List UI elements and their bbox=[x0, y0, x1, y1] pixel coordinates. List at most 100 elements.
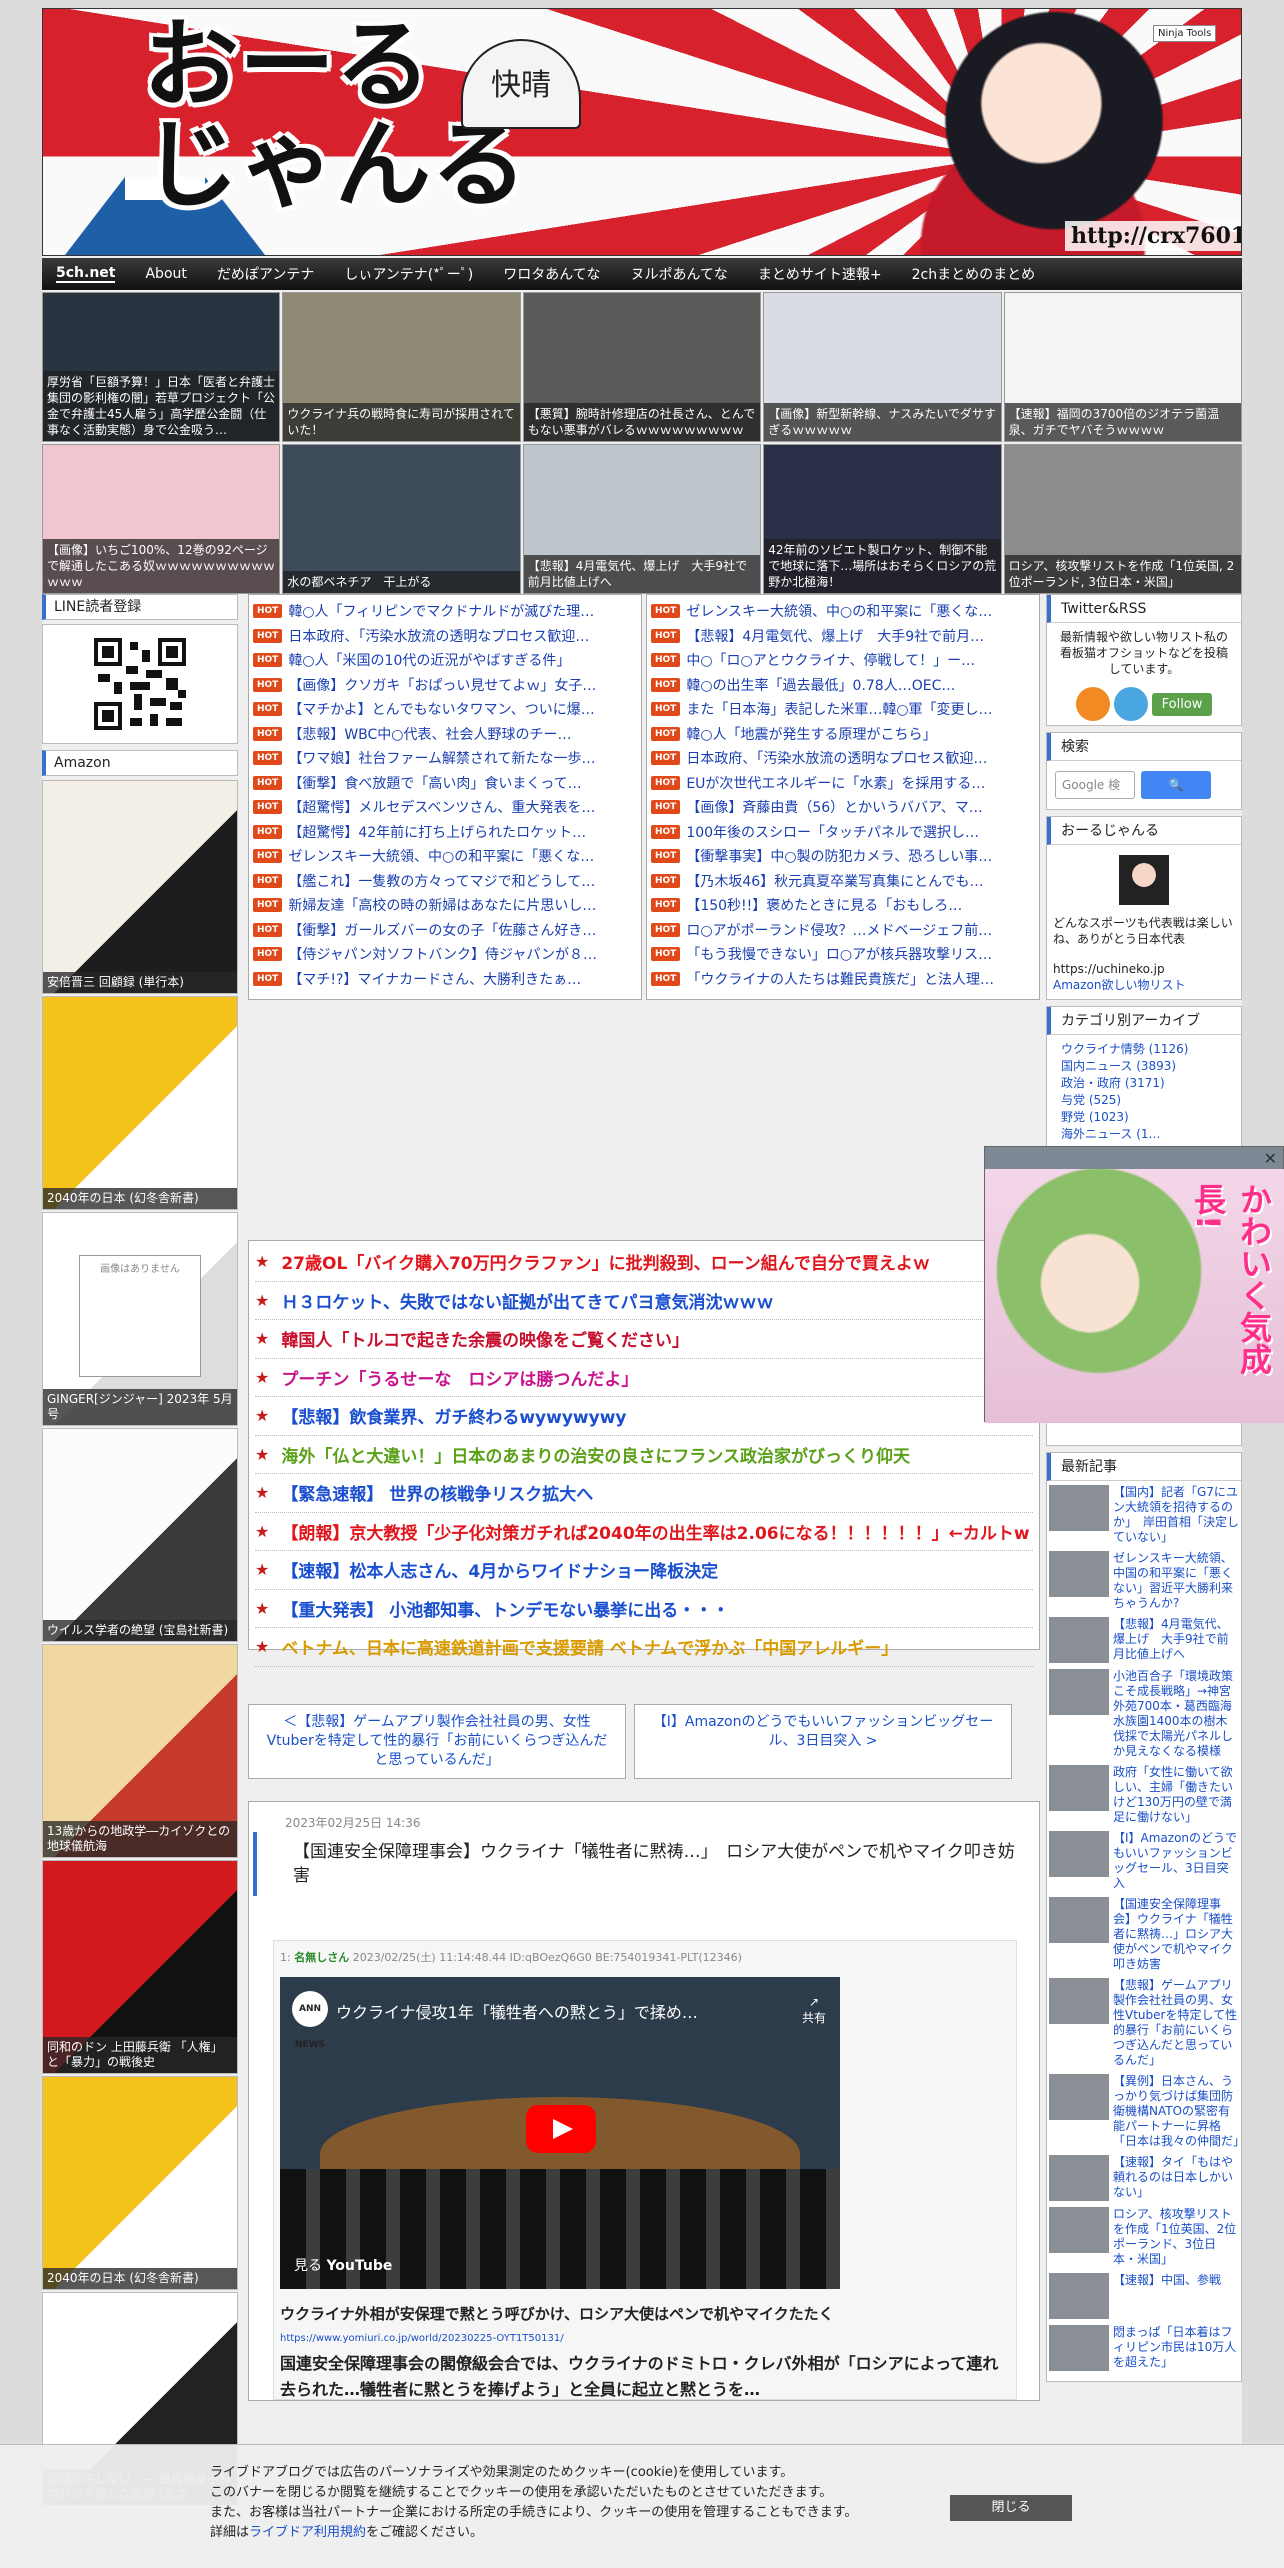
antenna-link[interactable]: HOT 中○「ロ○アとウクライナ、停戦して！」ー… bbox=[651, 648, 1035, 673]
thumbnail-card[interactable]: 厚労省「巨額予算！」日本「医者と弁護士集団の影利権の闇」若草プロジェクト「公金で… bbox=[42, 292, 281, 442]
antenna-link[interactable]: HOT 【超驚愕】メルセデスベンツさん、重大発表を… bbox=[253, 795, 637, 820]
close-icon[interactable]: ✕ bbox=[1264, 1149, 1277, 1168]
antenna-link[interactable]: HOT 【悲報】WBC中○代表、社会人野球のチー… bbox=[253, 722, 637, 747]
thumbnail-card[interactable]: 【速報】福岡の3700倍のジオテラ菌温泉、ガチでヤバそうｗｗｗｗ bbox=[1003, 292, 1242, 442]
amazon-book[interactable]: 2040年の日本 (幻冬舎新書) bbox=[42, 996, 238, 1210]
antenna-link[interactable]: HOT 【ワマ娘】社台ファーム解禁されて新たな一歩… bbox=[253, 746, 637, 771]
recent-article[interactable]: 【速報】中国、参戦 bbox=[1049, 2273, 1239, 2319]
antenna-link[interactable]: HOT 【悲報】4月電気代、爆上げ 大手9社で前月… bbox=[651, 624, 1035, 649]
recent-article[interactable]: 【速報】タイ「もはや頼れるのは日本しかいない」 bbox=[1049, 2155, 1239, 2201]
share-button[interactable]: ↗ 共有 bbox=[802, 1995, 826, 2026]
nav-damepo[interactable]: だめぽアンテナ bbox=[217, 264, 314, 284]
recent-article[interactable]: 【国内】記者「G7にユン大統領を招待するのか」 岸田首相「決定していない」 bbox=[1049, 1485, 1239, 1545]
recent-article[interactable]: 悶まっぱ「日本着はフィリピン市民は10万人を超えた」 bbox=[1049, 2325, 1239, 2371]
antenna-link[interactable]: HOT 「ウクライナの人たちは難民貴族だ」と法人理… bbox=[651, 967, 1035, 992]
recent-article[interactable]: ロシア、核攻撃リストを作成「1位英国、2位ポーランド、3位日本・米国」 bbox=[1049, 2207, 1239, 2267]
feedly-icon[interactable] bbox=[1113, 687, 1148, 721]
antenna-link[interactable]: HOT 【乃木坂46】秋元真夏卒業写真集にとんでも… bbox=[651, 869, 1035, 894]
ranking-link[interactable]: ★ Ｈ３ロケット、失敗ではない証拠が出てきてパヨ意気消沈ｗｗｗ bbox=[255, 1282, 1033, 1320]
antenna-link[interactable]: HOT 【衝撃】ガールズバーの女の子「佐藤さん好き… bbox=[253, 918, 637, 943]
next-article-link[interactable]: 【I】Amazonのどうでもいいファッションビッグセール、3日目突入 > bbox=[634, 1704, 1012, 1779]
source-link[interactable]: https://www.yomiuri.co.jp/world/20230225… bbox=[280, 2333, 564, 2344]
category-link[interactable]: 国内ニュース (3893) bbox=[1061, 1058, 1227, 1075]
recent-article[interactable]: 小池百合子「環境政策こそ成長戦略」→神宮外苑700本・葛西臨海水族園1400本の… bbox=[1049, 1669, 1239, 1759]
ranking-link[interactable]: ★ 【速報】松本人志さん、4月からワイドナショー降板決定 bbox=[255, 1551, 1033, 1590]
thumbnail-card[interactable]: 【悪質】腕時計修理店の社長さん、とんでもない悪事がバレるｗｗｗｗｗｗｗｗｗ bbox=[522, 292, 762, 442]
antenna-link[interactable]: HOT また「日本海」表記した米軍…韓○軍「変更し… bbox=[651, 697, 1035, 722]
ranking-link[interactable]: ★ 27歳OL「バイク購入70万円クラファン」に批判殺到、ローン組んで自分で買えよ… bbox=[255, 1243, 1033, 1282]
antenna-link[interactable]: HOT 100年後のスシロー「タッチパネルで選択し… bbox=[651, 820, 1035, 845]
antenna-link[interactable]: HOT 「もう我慢できない」ロ○アが核兵器攻撃リス… bbox=[651, 942, 1035, 967]
floating-ad[interactable]: ✕ かわいく気成長! bbox=[984, 1146, 1284, 1423]
recent-article[interactable]: 【異例】日本さん、うっかり気づけば集団防衛機構NATOの緊密有能パートナーに昇格… bbox=[1049, 2074, 1245, 2149]
thumbnail-card[interactable]: ウクライナ兵の戦時食に寿司が採用されていた！ bbox=[282, 292, 521, 442]
antenna-link[interactable]: HOT 【マチかよ】とんでもないタワマン、ついに爆… bbox=[253, 697, 637, 722]
category-link[interactable]: ウクライナ情勢 (1126) bbox=[1061, 1041, 1227, 1058]
ranking-link[interactable]: ★ 【悲報】飲食業界、ガチ終わるwywywywy bbox=[255, 1397, 1033, 1436]
ranking-link[interactable]: ★ 韓国人「トルコで起きた余震の映像をご覧ください」 bbox=[255, 1320, 1033, 1359]
ninja-tools-badge[interactable]: Ninja Tools bbox=[1153, 25, 1217, 42]
search-button[interactable]: 🔍 bbox=[1141, 771, 1211, 799]
nav-nurupo[interactable]: ヌルポあんてな bbox=[631, 264, 728, 284]
antenna-link[interactable]: HOT 【衝撃事実】中○製の防犯カメラ、恐ろしい事… bbox=[651, 844, 1035, 869]
amazon-book[interactable]: ウイルス学者の絶望 (宝島社新書) bbox=[42, 1428, 238, 1642]
ranking-link[interactable]: ★ 【朗報】京大教授「少子化対策ガチれば2040年の出生率は2.06になる！！！！… bbox=[255, 1513, 1033, 1551]
nav-5ch[interactable]: 5ch.net bbox=[56, 265, 116, 283]
ann-news-channel-icon[interactable]: ANN NEWS bbox=[292, 1991, 328, 2050]
recent-article[interactable]: 【悲報】4月電気代、爆上げ 大手9社で前月比値上げへ bbox=[1049, 1617, 1239, 1663]
ranking-link[interactable]: ★ 【緊急速報】 世界の核戦争リスク拡大へ bbox=[255, 1474, 1033, 1513]
ranking-link[interactable]: ★ ベトナム、日本に高速鉄道計画で支援要請 ベトナムで浮かぶ「中国アレルギー」 bbox=[255, 1628, 1033, 1667]
thumbnail-card[interactable]: 【画像】新型新幹線、ナスみたいでダサすぎるｗｗｗｗｗ bbox=[763, 292, 1002, 442]
nav-matome-plus[interactable]: まとめサイト速報+ bbox=[758, 264, 882, 284]
watch-on-youtube[interactable]: 見る YouTube bbox=[294, 2255, 392, 2275]
antenna-link[interactable]: HOT 韓○の出生率「過去最低」0.78人…OEC… bbox=[651, 673, 1035, 698]
thumbnail-card[interactable]: 【悲報】4月電気代、爆上げ 大手9社で前月比値上げへ bbox=[522, 444, 762, 594]
antenna-link[interactable]: HOT 【艦これ】一隻教の方々ってマジで和どうして… bbox=[253, 869, 637, 894]
recent-article[interactable]: 政府「女性に働いて欲しい、主婦「働きたいけど130万円の壁で満足に働けない」 bbox=[1049, 1765, 1239, 1825]
antenna-link[interactable]: HOT EUが次世代エネルギーに「水素」を採用する… bbox=[651, 771, 1035, 796]
category-link[interactable]: 海外ニュース (1… bbox=[1061, 1126, 1227, 1143]
youtube-embed[interactable]: ANN NEWS ウクライナ侵攻1年「犠牲者への黙とう」で揉め… ↗ 共有 見る … bbox=[280, 1977, 840, 2289]
prev-article-link[interactable]: ＜【悲報】ゲームアプリ製作会社社員の男、女性Vtuberを特定して性的暴行「お前… bbox=[248, 1704, 626, 1779]
cookie-terms-link[interactable]: ライブドア利用規約 bbox=[249, 2525, 366, 2540]
antenna-link[interactable]: HOT 日本政府、「汚染水放流の透明なプロセス歓迎… bbox=[253, 624, 637, 649]
site-header-banner[interactable]: おーる じゃんる 快晴 Ninja Tools http://crx7601.c… bbox=[42, 8, 1242, 256]
antenna-link[interactable]: HOT 新婦友達「高校の時の新婦はあなたに片思いし… bbox=[253, 893, 637, 918]
nav-about[interactable]: About bbox=[145, 266, 186, 282]
nav-2ch-matome[interactable]: 2chまとめのまとめ bbox=[912, 264, 1035, 284]
category-link[interactable]: 政治・政府 (3171) bbox=[1061, 1075, 1227, 1092]
antenna-link[interactable]: HOT ロ○アがポーランド侵攻？…メドベージェフ前… bbox=[651, 918, 1035, 943]
thumbnail-card[interactable]: ロシア、核攻撃リストを作成「1位英国, 2位ポーランド, 3位日本・米国」 bbox=[1003, 444, 1242, 594]
antenna-link[interactable]: HOT ゼレンスキー大統領、中○の和平案に「悪くな… bbox=[651, 599, 1035, 624]
antenna-link[interactable]: HOT 日本政府、「汚染水放流の透明なプロセス歓迎… bbox=[651, 746, 1035, 771]
antenna-link[interactable]: HOT 【画像】斉藤由貴（56）とかいうババア、マ… bbox=[651, 795, 1035, 820]
category-link[interactable]: 与党 (525) bbox=[1061, 1092, 1227, 1109]
nav-warota[interactable]: ワロタあんてな bbox=[503, 264, 600, 284]
amazon-book[interactable]: 画像はありません GINGER[ジンジャー] 2023年 5月号 bbox=[42, 1212, 238, 1426]
antenna-link[interactable]: HOT 【超驚愕】42年前に打ち上げられたロケット… bbox=[253, 820, 637, 845]
antenna-link[interactable]: HOT 韓○人「米国の10代の近況がやばすぎる件」 bbox=[253, 648, 637, 673]
amazon-book[interactable]: 13歳からの地政学―カイゾクとの地球儀航海 bbox=[42, 1644, 238, 1858]
antenna-link[interactable]: HOT ゼレンスキー大統領、中○の和平案に「悪くな… bbox=[253, 844, 637, 869]
search-input[interactable]: Google 検 bbox=[1055, 771, 1135, 799]
thumbnail-card[interactable]: 【画像】いちご100%、12巻の92ページで解通したこある奴ｗｗｗｗｗｗｗｗｗｗ… bbox=[42, 444, 281, 594]
video-title[interactable]: ウクライナ侵攻1年「犠牲者への黙とう」で揉め… bbox=[336, 1999, 698, 2023]
antenna-link[interactable]: HOT 【衝撃】食べ放題で「高い肉」食いまくって… bbox=[253, 771, 637, 796]
profile-link-uchineko[interactable]: https://uchineko.jp bbox=[1053, 961, 1235, 977]
antenna-link[interactable]: HOT 【侍ジャパン対ソフトバンク】侍ジャパンが８… bbox=[253, 942, 637, 967]
thumbnail-card[interactable]: 水の都ベネチア 干上がる bbox=[282, 444, 521, 594]
recent-article[interactable]: ゼレンスキー大統領、中国の和平案に「悪くない」習近平大勝利来ちゃうんか? bbox=[1049, 1551, 1239, 1611]
recent-article[interactable]: 【I】Amazonのどうでもいいファッションビッグセール、3日目突入 bbox=[1049, 1831, 1239, 1891]
cookie-close-button[interactable]: 閉じる bbox=[950, 2495, 1072, 2521]
ranking-link[interactable]: ★ プーチン「うるせーな ロシアは勝つんだよ」 bbox=[255, 1359, 1033, 1397]
antenna-link[interactable]: HOT 【画像】クソガキ「おぱっい見せてよｗ」女子… bbox=[253, 673, 637, 698]
category-link[interactable]: 野党 (1023) bbox=[1061, 1109, 1227, 1126]
recent-article[interactable]: 【国連安全保障理事会】ウクライナ「犠牲者に黙祷…」ロシア大使がペンで机やマイク叩… bbox=[1049, 1897, 1239, 1972]
follow-button[interactable]: Follow bbox=[1151, 692, 1213, 716]
nav-shii[interactable]: しぃアンテナ(*ﾟーﾟ) bbox=[344, 264, 473, 284]
antenna-link[interactable]: HOT 韓○人「地震が発生する原理がこちら」 bbox=[651, 722, 1035, 747]
antenna-link[interactable]: HOT 【マチ!?】マイナカードさん、大勝利きたぁ… bbox=[253, 967, 637, 992]
rss-icon[interactable] bbox=[1075, 687, 1110, 721]
amazon-book[interactable]: 安倍晋三 回顧録 (単行本) bbox=[42, 780, 238, 994]
amazon-book[interactable]: 同和のドン 上田藤兵衛 「人権」と「暴力」の戦後史 bbox=[42, 1860, 238, 2074]
